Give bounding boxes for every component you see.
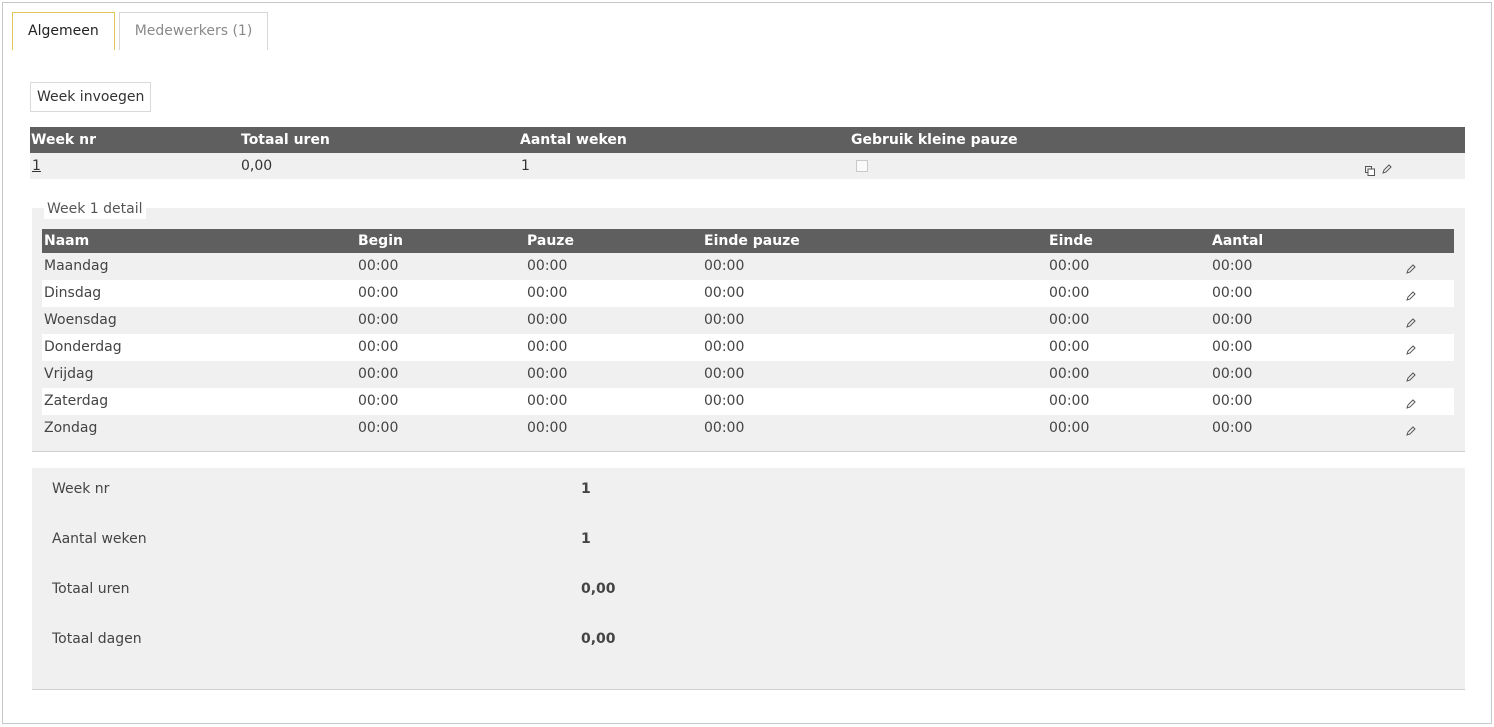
header-aantal: Aantal <box>1212 233 1264 249</box>
header-aantal-weken: Aantal weken <box>520 132 627 148</box>
einde-cell: 00:00 <box>1049 420 1090 436</box>
tab-algemeen[interactable]: Algemeen <box>12 12 115 50</box>
tab-medewerkers[interactable]: Medewerkers (1) <box>118 12 269 50</box>
table-row: Vrijdag 00:00 00:00 00:00 00:00 00:00 <box>42 361 1454 388</box>
naam-cell: Maandag <box>44 258 109 274</box>
header-einde-pauze: Einde pauze <box>704 233 800 249</box>
pauze-cell: 00:00 <box>527 258 568 274</box>
einde-cell: 00:00 <box>1049 339 1090 355</box>
naam-cell: Zondag <box>44 420 98 436</box>
insert-week-button[interactable]: Week invoegen <box>30 82 152 112</box>
einde-cell: 00:00 <box>1049 393 1090 409</box>
begin-cell: 00:00 <box>358 393 399 409</box>
header-gebruik-kleine-pauze: Gebruik kleine pauze <box>851 132 1018 148</box>
pauze-cell: 00:00 <box>527 393 568 409</box>
header-week-nr: Week nr <box>31 132 96 148</box>
day-table: Naam Begin Pauze Einde pauze Einde Aanta… <box>42 229 1454 442</box>
naam-cell: Zaterdag <box>44 393 109 409</box>
summary-aantal-weken-label: Aantal weken <box>52 531 147 547</box>
aantal-cell: 00:00 <box>1212 393 1253 409</box>
copy-icon[interactable] <box>1365 160 1375 186</box>
begin-cell: 00:00 <box>358 366 399 382</box>
main-panel: Algemeen Medewerkers (1) Week invoegen W… <box>2 2 1492 724</box>
kleine-pauze-checkbox[interactable] <box>856 160 868 172</box>
einde-cell: 00:00 <box>1049 366 1090 382</box>
naam-cell: Vrijdag <box>44 366 94 382</box>
pencil-icon[interactable] <box>1405 420 1417 447</box>
table-row: Donderdag 00:00 00:00 00:00 00:00 00:00 <box>42 334 1454 361</box>
table-row: Maandag 00:00 00:00 00:00 00:00 00:00 <box>42 253 1454 280</box>
header-totaal-uren: Totaal uren <box>241 132 330 148</box>
naam-cell: Woensdag <box>44 312 117 328</box>
table-row: Woensdag 00:00 00:00 00:00 00:00 00:00 <box>42 307 1454 334</box>
pauze-cell: 00:00 <box>527 285 568 301</box>
aantal-weken-cell: 1 <box>521 158 530 174</box>
totaal-uren-cell: 0,00 <box>241 158 273 174</box>
einde-pauze-cell: 00:00 <box>704 312 745 328</box>
pencil-icon[interactable] <box>1381 159 1393 185</box>
einde-pauze-cell: 00:00 <box>704 420 745 436</box>
aantal-cell: 00:00 <box>1212 366 1253 382</box>
pauze-cell: 00:00 <box>527 420 568 436</box>
einde-pauze-cell: 00:00 <box>704 285 745 301</box>
table-row: Dinsdag 00:00 00:00 00:00 00:00 00:00 <box>42 280 1454 307</box>
header-einde: Einde <box>1049 233 1093 249</box>
week-nr-link[interactable]: 1 <box>32 153 41 179</box>
week-table: Week nr Totaal uren Aantal weken Gebruik… <box>30 127 1465 179</box>
summary-totaal-uren-value: 0,00 <box>581 581 616 597</box>
einde-pauze-cell: 00:00 <box>704 258 745 274</box>
aantal-cell: 00:00 <box>1212 420 1253 436</box>
begin-cell: 00:00 <box>358 285 399 301</box>
day-table-header: Naam Begin Pauze Einde pauze Einde Aanta… <box>42 229 1454 253</box>
header-begin: Begin <box>358 233 403 249</box>
einde-pauze-cell: 00:00 <box>704 366 745 382</box>
begin-cell: 00:00 <box>358 312 399 328</box>
day-rows: Maandag 00:00 00:00 00:00 00:00 00:00 Dinsdag 0… <box>42 253 1454 442</box>
summary-totaal-dagen-label: Totaal dagen <box>52 631 142 647</box>
einde-pauze-cell: 00:00 <box>704 393 745 409</box>
einde-pauze-cell: 00:00 <box>704 339 745 355</box>
summary-totaal-uren-label: Totaal uren <box>52 581 130 597</box>
tab-bar: Algemeen Medewerkers (1) <box>12 12 272 50</box>
summary-aantal-weken-value: 1 <box>581 531 591 547</box>
week-detail-legend: Week 1 detail <box>44 199 146 219</box>
summary-totaal-dagen-value: 0,00 <box>581 631 616 647</box>
table-row: Zaterdag 00:00 00:00 00:00 00:00 00:00 <box>42 388 1454 415</box>
week-summary: Week nr 1 Aantal weken 1 Totaal uren 0,0… <box>32 468 1465 690</box>
einde-cell: 00:00 <box>1049 258 1090 274</box>
header-naam: Naam <box>44 233 90 249</box>
einde-cell: 00:00 <box>1049 312 1090 328</box>
summary-week-nr-label: Week nr <box>52 481 110 497</box>
pauze-cell: 00:00 <box>527 312 568 328</box>
pauze-cell: 00:00 <box>527 339 568 355</box>
aantal-cell: 00:00 <box>1212 258 1253 274</box>
summary-week-nr-value: 1 <box>581 481 591 497</box>
naam-cell: Donderdag <box>44 339 122 355</box>
aantal-cell: 00:00 <box>1212 312 1253 328</box>
begin-cell: 00:00 <box>358 339 399 355</box>
aantal-cell: 00:00 <box>1212 339 1253 355</box>
aantal-cell: 00:00 <box>1212 285 1253 301</box>
week-table-header: Week nr Totaal uren Aantal weken Gebruik… <box>30 127 1465 153</box>
einde-cell: 00:00 <box>1049 285 1090 301</box>
begin-cell: 00:00 <box>358 420 399 436</box>
table-row: 1 0,00 1 <box>30 153 1465 179</box>
begin-cell: 00:00 <box>358 258 399 274</box>
week-detail-panel: Week 1 detail Naam Begin Pauze Einde pau… <box>32 199 1465 452</box>
header-pauze: Pauze <box>527 233 574 249</box>
pauze-cell: 00:00 <box>527 366 568 382</box>
naam-cell: Dinsdag <box>44 285 102 301</box>
table-row: Zondag 00:00 00:00 00:00 00:00 00:00 <box>42 415 1454 442</box>
